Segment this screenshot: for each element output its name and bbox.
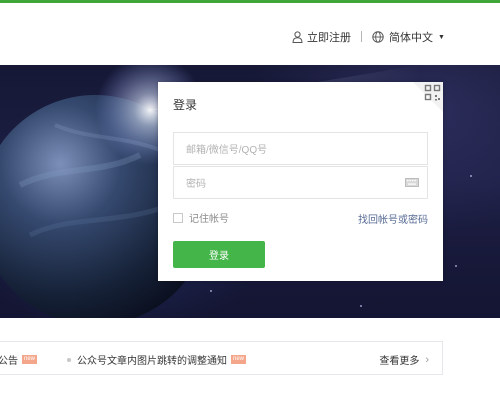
qr-code-icon[interactable] (413, 82, 443, 112)
username-input[interactable]: 邮箱/微信号/QQ号 (173, 132, 428, 165)
notice-item[interactable]: 公告 new (0, 352, 38, 367)
remember-account[interactable]: 记住帐号 (173, 210, 229, 225)
forgot-link[interactable]: 找回帐号或密码 (358, 211, 428, 226)
globe-icon (372, 31, 384, 43)
star (360, 305, 362, 307)
keyboard-icon[interactable] (405, 178, 419, 187)
chevron-right-icon: › (425, 353, 429, 366)
language-selector[interactable]: 简体中文 ▼ (372, 27, 445, 47)
notice-item[interactable]: 公众号文章内图片跳转的调整通知 new (67, 352, 247, 367)
view-more-link[interactable]: 查看更多 › (379, 352, 429, 368)
login-button[interactable]: 登录 (173, 241, 265, 268)
user-icon (292, 31, 303, 43)
notice-text: 公众号文章内图片跳转的调整通知 (77, 356, 227, 367)
header-divider (361, 31, 362, 42)
new-badge: new (22, 355, 38, 364)
notice-text: 公告 (0, 356, 18, 367)
login-title: 登录 (173, 98, 198, 112)
login-panel: 登录 邮箱/微信号/QQ号 密码 记住帐号 找回帐号或密码 登录 (158, 82, 443, 281)
view-more-label: 查看更多 (379, 356, 420, 367)
remember-checkbox[interactable] (173, 212, 183, 223)
register-link[interactable]: 立即注册 (292, 27, 351, 47)
username-placeholder: 邮箱/微信号/QQ号 (186, 145, 268, 156)
caret-down-icon: ▼ (438, 33, 445, 41)
star (210, 290, 212, 292)
register-label: 立即注册 (307, 32, 351, 44)
notice-bar: 公告 new 公众号文章内图片跳转的调整通知 new 查看更多 › (0, 341, 443, 375)
password-input[interactable]: 密码 (173, 166, 428, 199)
bullet-icon (67, 357, 71, 362)
new-badge: new (231, 355, 247, 364)
password-placeholder: 密码 (186, 179, 206, 190)
star (455, 265, 457, 267)
remember-label: 记住帐号 (189, 214, 229, 225)
header: 立即注册 简体中文 ▼ (0, 3, 500, 65)
star (470, 175, 472, 177)
language-label: 简体中文 (389, 32, 433, 44)
